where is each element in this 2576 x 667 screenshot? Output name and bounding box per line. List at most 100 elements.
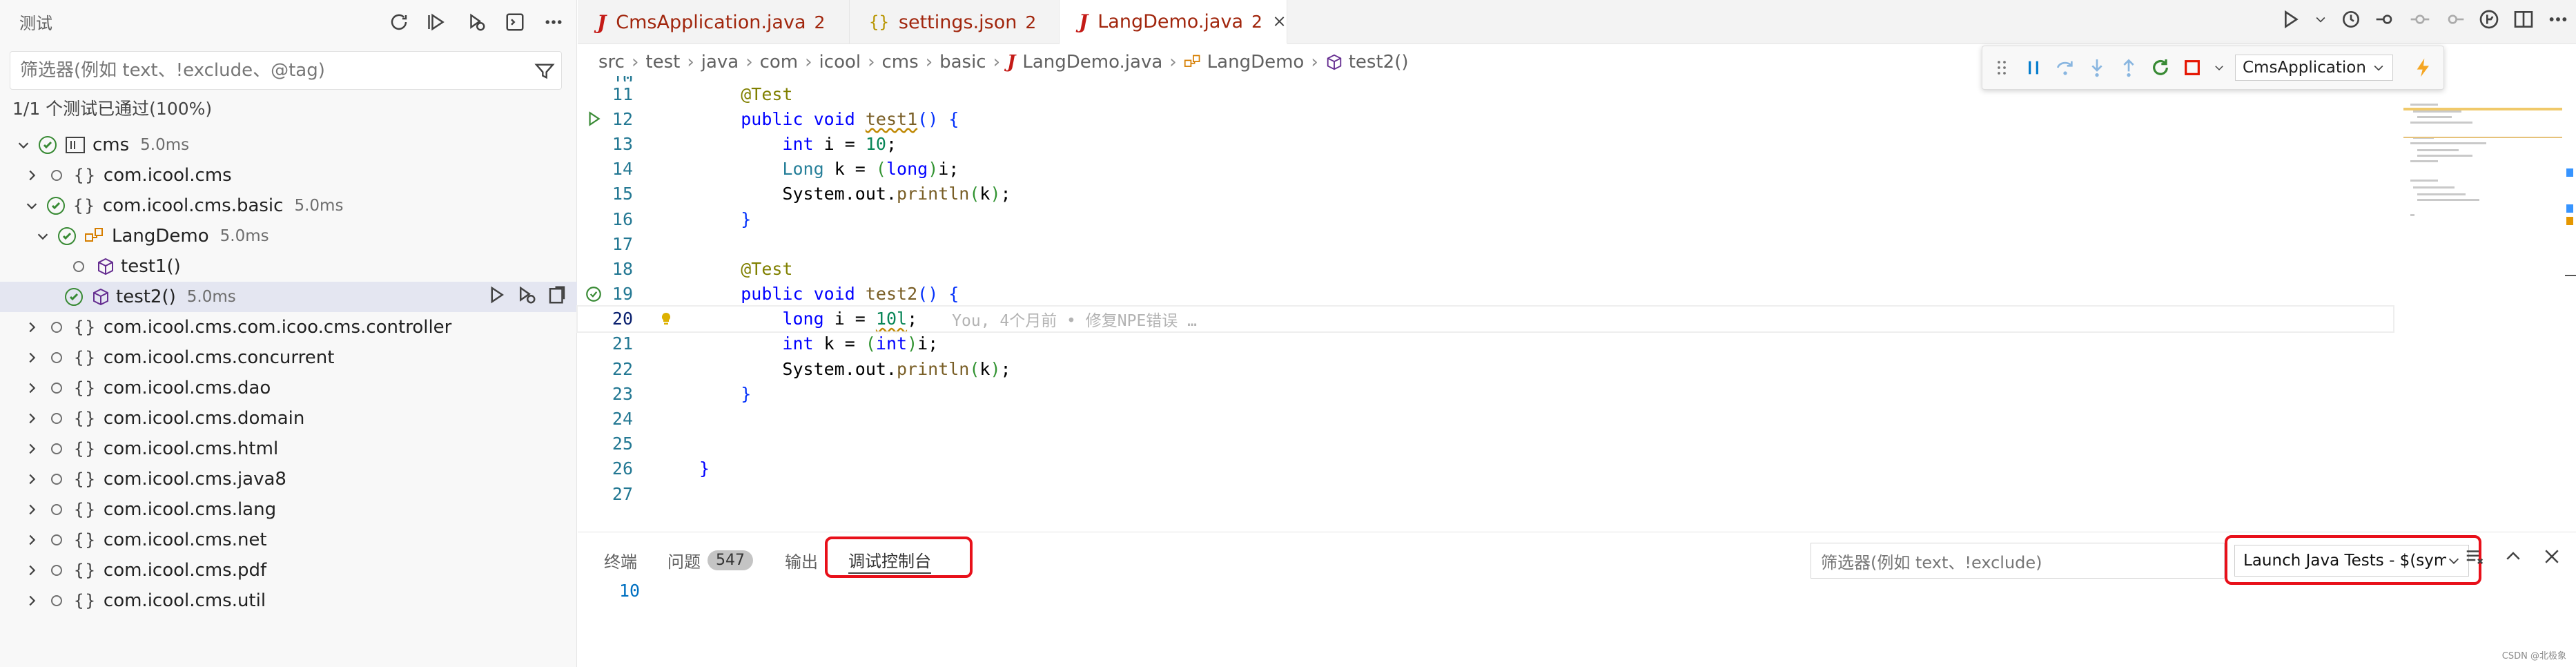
more-actions-button[interactable]	[540, 8, 567, 36]
tree-row-test[interactable]: test1()	[0, 251, 577, 282]
tree-duration: 5.0ms	[186, 288, 236, 306]
tab-output[interactable]: 输出	[785, 546, 818, 574]
package-icon: {}	[74, 348, 97, 367]
show-output-button[interactable]	[501, 8, 529, 36]
debug-console-filter[interactable]: 筛选器(例如 text、!exclude)	[1811, 543, 2225, 579]
tree-row-cms[interactable]: cms 5.0ms	[0, 130, 577, 160]
panel-tab-label: 输出	[785, 552, 818, 572]
close-icon[interactable]	[1272, 14, 1287, 29]
debug-all-icon	[470, 13, 485, 31]
line-number: 14	[612, 159, 633, 180]
code-editor[interactable]: 10 11 @Test 12 public void test1() { 13 …	[576, 76, 2576, 532]
breadcrumb-item[interactable]: icool	[819, 52, 861, 72]
run-test-icon[interactable]	[585, 110, 603, 128]
minimap[interactable]	[2403, 76, 2562, 532]
tree-row-package[interactable]: {} com.icool.cms.basic 5.0ms	[0, 191, 577, 221]
test-tree: cms 5.0ms {} com.icool.cms {} com.icool.…	[0, 130, 577, 616]
tree-row-package[interactable]: {} com.icool.cms.lang	[0, 494, 577, 525]
breadcrumb-item[interactable]: com	[760, 52, 799, 72]
go-back-change-icon[interactable]	[2374, 8, 2397, 30]
debug-test-icon[interactable]	[516, 284, 537, 305]
vertical-scrollbar[interactable]	[2565, 76, 2576, 532]
chevron-right-icon[interactable]	[23, 562, 40, 579]
breadcrumb-item[interactable]: java	[701, 52, 739, 72]
go-forward-change-icon[interactable]	[2443, 8, 2466, 30]
run-icon[interactable]	[2279, 8, 2301, 30]
tree-row-package[interactable]: {} com.icool.cms	[0, 160, 577, 191]
history-icon[interactable]	[2340, 8, 2362, 30]
chevron-down-icon[interactable]	[35, 228, 51, 244]
chevron-right-icon[interactable]	[23, 471, 40, 487]
chevron-right-icon[interactable]	[23, 167, 40, 184]
chevron-right-icon[interactable]	[23, 410, 40, 427]
chevron-right-icon[interactable]	[23, 380, 40, 396]
tree-row-package[interactable]: {} com.icool.cms.domain	[0, 403, 577, 434]
tree-row-class[interactable]: LangDemo 5.0ms	[0, 221, 577, 251]
breadcrumb-item[interactable]: cms	[882, 52, 919, 72]
tab-settings-json[interactable]: {} settings.json 2	[850, 0, 1060, 44]
chevron-down-icon[interactable]	[23, 197, 40, 214]
chevron-right-icon[interactable]	[23, 349, 40, 366]
git-lens-icon[interactable]	[2478, 8, 2500, 30]
breadcrumb-item[interactable]: src	[598, 52, 625, 72]
breadcrumb-item[interactable]: LangDemo	[1207, 52, 1305, 72]
chevron-right-icon[interactable]	[23, 501, 40, 518]
chevron-right-icon[interactable]	[23, 592, 40, 609]
tree-row-test-selected[interactable]: test2() 5.0ms	[0, 282, 577, 312]
test-filter-input[interactable]	[10, 60, 494, 81]
tree-row-package[interactable]: {} com.icool.cms.concurrent	[0, 342, 577, 373]
clear-console-icon[interactable]	[2464, 546, 2485, 567]
run-all-tests-button[interactable]	[424, 8, 451, 36]
run-test-icon[interactable]	[486, 284, 507, 305]
lightbulb-icon[interactable]	[658, 310, 674, 328]
ellipsis-icon[interactable]	[2547, 8, 2569, 30]
breadcrumb-item[interactable]: basic	[939, 52, 986, 72]
tree-row-package[interactable]: {} com.icool.cms.html	[0, 434, 577, 464]
package-icon: {}	[74, 500, 97, 519]
tab-cms-application[interactable]: J CmsApplication.java 2	[578, 0, 850, 44]
chevron-up-icon[interactable]	[2503, 546, 2524, 567]
tree-label: LangDemo	[112, 226, 209, 246]
passed-icon	[58, 227, 76, 245]
tree-duration: 5.0ms	[219, 227, 269, 245]
tree-row-package[interactable]: {} com.icool.cms.pdf	[0, 555, 577, 586]
code-line: 10	[578, 76, 2576, 81]
breadcrumb-item[interactable]: test2()	[1349, 52, 1409, 72]
package-icon: {}	[74, 378, 97, 398]
filter-icon[interactable]	[534, 60, 556, 82]
package-icon: {}	[74, 318, 97, 337]
tab-terminal[interactable]: 终端	[604, 546, 637, 574]
timeline-icon[interactable]	[2409, 8, 2431, 30]
tree-row-package[interactable]: {} com.icool.cms.net	[0, 525, 577, 555]
close-icon[interactable]	[2541, 546, 2562, 567]
code-line: 11 @Test	[578, 81, 2576, 106]
tree-row-package[interactable]: {} com.icool.cms.dao	[0, 373, 577, 403]
git-blame-annotation: You, 4个月前 • 修复NPE错误 …	[952, 311, 1197, 330]
tree-row-package[interactable]: {} com.icool.cms.util	[0, 586, 577, 616]
line-number: 10	[578, 76, 633, 81]
debug-all-tests-button[interactable]	[462, 8, 490, 36]
chevron-right-icon[interactable]	[23, 319, 40, 336]
tree-duration: 5.0ms	[140, 136, 190, 154]
scroll-marker	[2566, 217, 2573, 225]
tab-problems[interactable]: 问题 547	[667, 546, 753, 574]
chevron-down-icon[interactable]	[15, 137, 32, 153]
chevron-right-icon[interactable]	[23, 441, 40, 457]
chevron-down-icon[interactable]	[2314, 8, 2328, 30]
watermark: CSDN @北极象	[2501, 651, 2566, 661]
code-line: 18 @Test	[578, 256, 2576, 281]
breadcrumb: src › test › java › com › icool › cms › basic ›…	[598, 48, 1409, 76]
tree-row-package[interactable]: {} com.icool.cms.java8	[0, 464, 577, 494]
line-number: 17	[612, 233, 633, 254]
breadcrumb-item[interactable]: test	[645, 52, 680, 72]
breadcrumb-item[interactable]: LangDemo.java	[1022, 52, 1162, 72]
chevron-right-icon[interactable]	[23, 532, 40, 548]
code-line: 23 }	[578, 381, 2576, 406]
go-to-test-icon[interactable]	[547, 284, 567, 305]
split-editor-icon[interactable]	[2512, 8, 2535, 30]
code-line: 17	[578, 231, 2576, 256]
tab-lang-demo[interactable]: J LangDemo.java 2	[1060, 0, 1287, 44]
passed-icon[interactable]	[585, 285, 603, 303]
refresh-tests-button[interactable]	[385, 8, 413, 36]
tree-row-package[interactable]: {} com.icool.cms.com.icoo.cms.controller	[0, 312, 577, 342]
